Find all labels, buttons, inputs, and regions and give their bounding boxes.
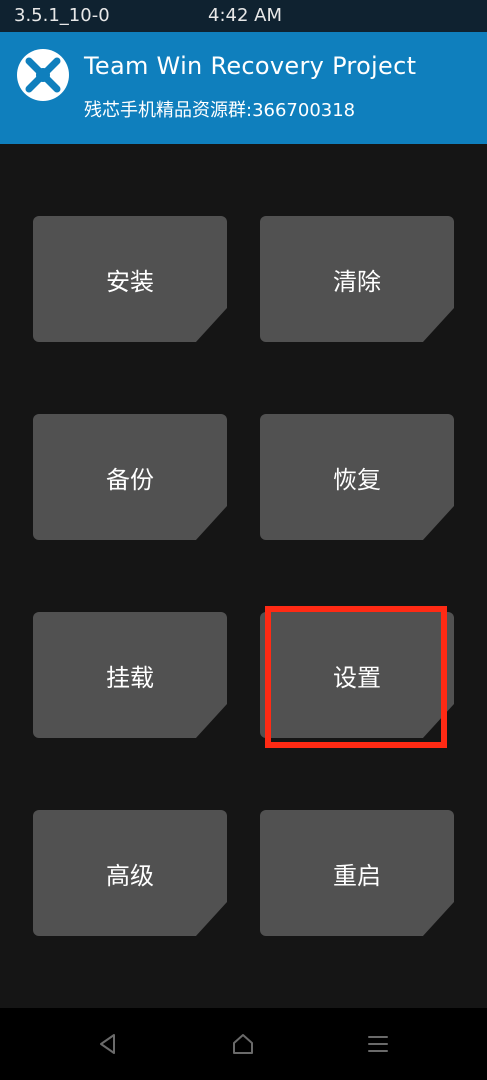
advanced-button[interactable]: 高级 xyxy=(33,810,227,936)
restore-button[interactable]: 恢复 xyxy=(260,414,454,540)
status-bar: 3.5.1_10-0 4:42 AM xyxy=(0,0,487,32)
status-version: 3.5.1_10-0 xyxy=(14,5,110,26)
wipe-button[interactable]: 清除 xyxy=(260,216,454,342)
reboot-button[interactable]: 重启 xyxy=(260,810,454,936)
home-button[interactable] xyxy=(225,1026,261,1062)
menu-lines-icon xyxy=(368,1036,388,1052)
app-title: Team Win Recovery Project xyxy=(84,52,417,80)
home-icon xyxy=(233,1034,253,1054)
app-subtitle: 残芯手机精品资源群:366700318 xyxy=(84,100,356,121)
backup-button[interactable]: 备份 xyxy=(33,414,227,540)
navigation-bar xyxy=(0,1008,487,1080)
menu-button[interactable] xyxy=(360,1026,396,1062)
back-button[interactable] xyxy=(90,1026,126,1062)
twrp-logo-icon xyxy=(17,49,69,101)
mount-button[interactable]: 挂载 xyxy=(33,612,227,738)
main-menu: 安装 清除 备份 恢复 挂载 设置 高级 重启 xyxy=(0,144,487,1008)
install-button[interactable]: 安装 xyxy=(33,216,227,342)
back-triangle-icon xyxy=(100,1034,115,1054)
settings-button[interactable]: 设置 xyxy=(260,612,454,738)
status-time: 4:42 AM xyxy=(208,5,282,26)
app-header: Team Win Recovery Project 残芯手机精品资源群:3667… xyxy=(0,32,487,144)
